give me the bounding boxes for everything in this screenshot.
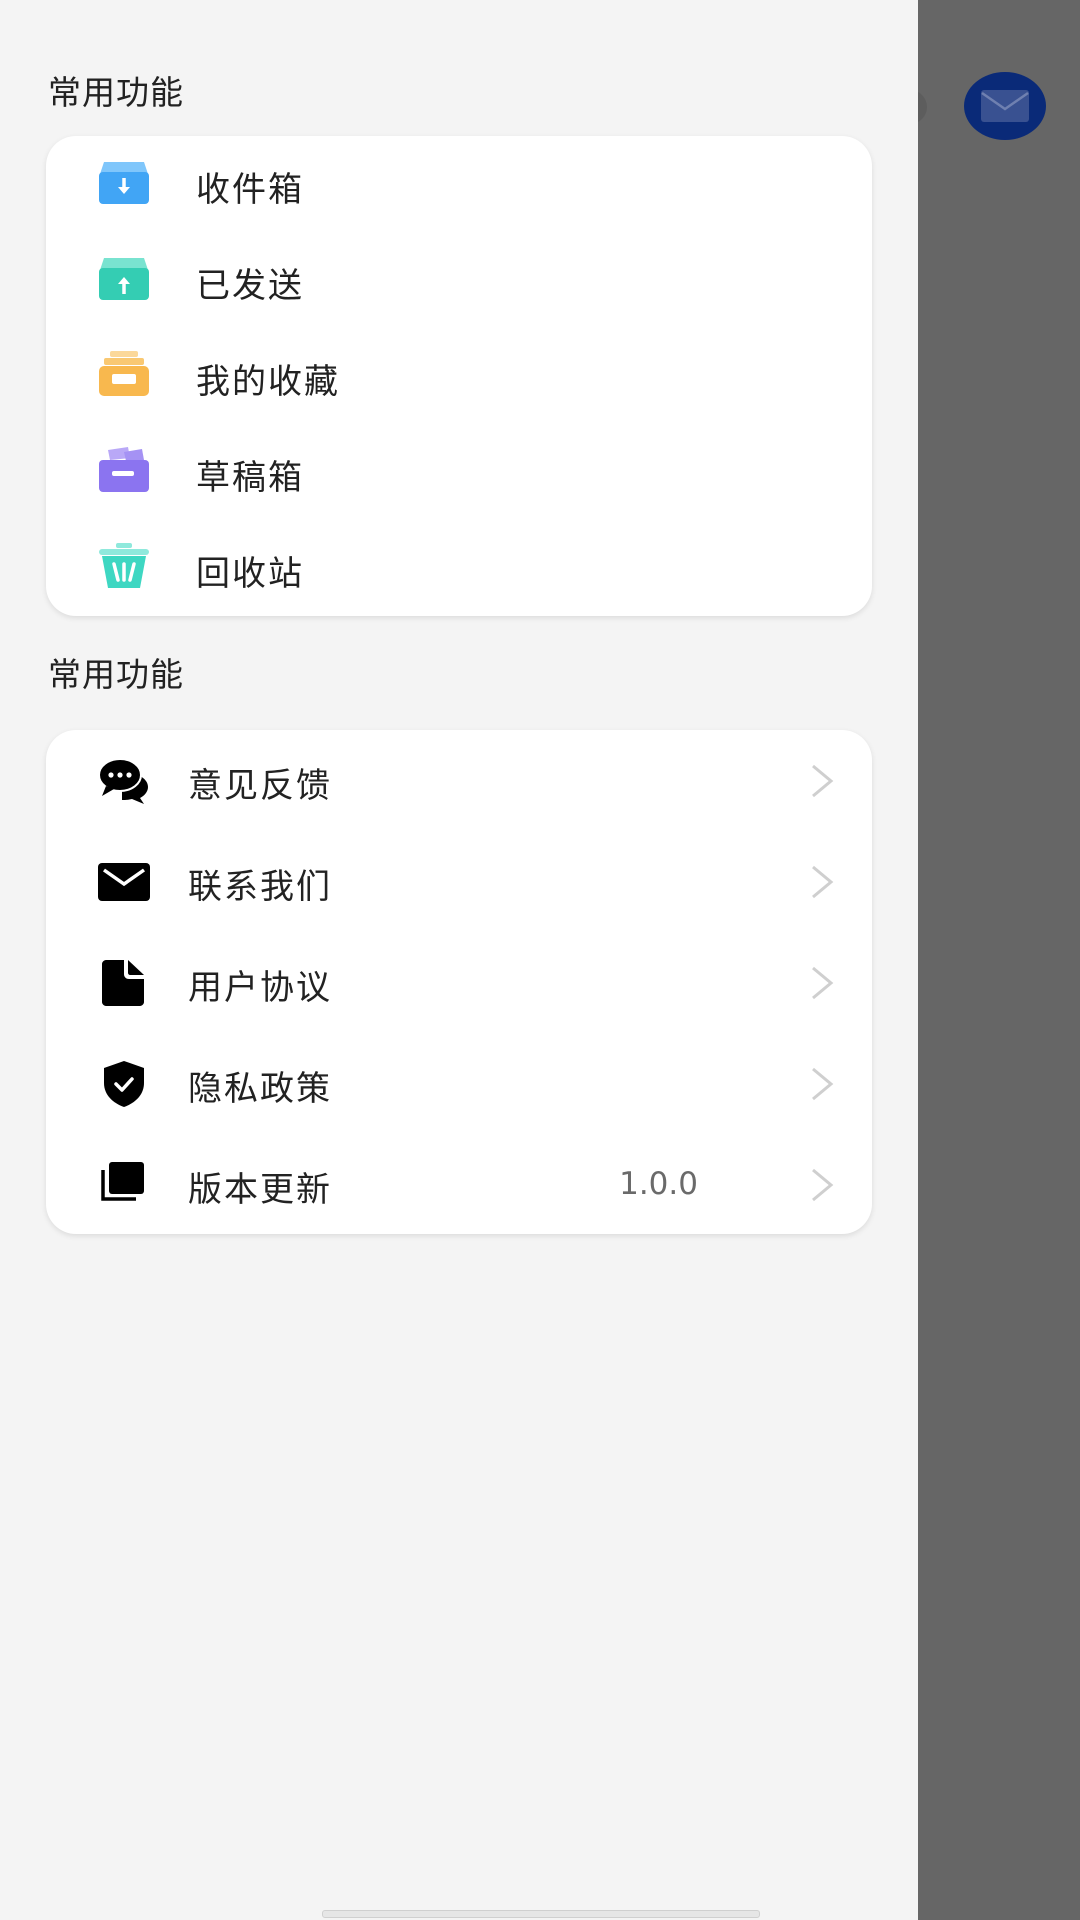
folder-item-drafts[interactable]: 草稿箱 bbox=[46, 424, 872, 520]
settings-card: 意见反馈 联系我们 用户协议 隐私政策 版本更新 1.0.0 bbox=[46, 730, 872, 1234]
chevron-right-icon bbox=[810, 764, 834, 798]
inbox-icon bbox=[98, 160, 150, 206]
settings-label: 联系我们 bbox=[188, 867, 332, 907]
folder-label: 回收站 bbox=[196, 554, 304, 594]
navigation-drawer: 常用功能 收件箱 已发送 我的收藏 草稿箱 回收站 常用功能 意见反馈 联系我们… bbox=[0, 0, 918, 1920]
folder-item-inbox[interactable]: 收件箱 bbox=[46, 136, 872, 232]
settings-label: 隐私政策 bbox=[188, 1069, 332, 1109]
favorites-icon bbox=[98, 350, 150, 398]
folder-label: 我的收藏 bbox=[196, 362, 340, 402]
folder-label: 草稿箱 bbox=[196, 458, 304, 498]
settings-item-privacy-policy[interactable]: 隐私政策 bbox=[46, 1033, 872, 1134]
home-indicator[interactable] bbox=[322, 1910, 760, 1918]
mail-icon bbox=[981, 90, 1029, 122]
section-title-common-functions: 常用功能 bbox=[48, 73, 184, 112]
chevron-right-icon bbox=[810, 1067, 834, 1101]
version-number: 1.0.0 bbox=[619, 1166, 698, 1202]
screen: 常用功能 收件箱 已发送 我的收藏 草稿箱 回收站 常用功能 意见反馈 联系我们… bbox=[0, 0, 1080, 1920]
chevron-right-icon bbox=[810, 1168, 834, 1202]
folder-label: 已发送 bbox=[196, 266, 304, 306]
settings-item-version-update[interactable]: 版本更新 1.0.0 bbox=[46, 1134, 872, 1234]
settings-item-feedback[interactable]: 意见反馈 bbox=[46, 730, 872, 831]
trash-icon bbox=[98, 542, 150, 590]
settings-label: 用户协议 bbox=[188, 968, 332, 1008]
document-icon bbox=[102, 960, 144, 1006]
folder-item-trash[interactable]: 回收站 bbox=[46, 520, 872, 616]
settings-label: 意见反馈 bbox=[188, 766, 332, 806]
folder-item-favorites[interactable]: 我的收藏 bbox=[46, 328, 872, 424]
section-title-common-functions-2: 常用功能 bbox=[48, 655, 184, 694]
settings-item-user-agreement[interactable]: 用户协议 bbox=[46, 932, 872, 1033]
shield-check-icon bbox=[104, 1061, 144, 1107]
mailbox-folders-card: 收件箱 已发送 我的收藏 草稿箱 回收站 bbox=[46, 136, 872, 616]
mail-icon bbox=[98, 863, 150, 901]
chat-bubbles-icon bbox=[98, 758, 150, 804]
chevron-right-icon bbox=[810, 865, 834, 899]
folder-item-sent[interactable]: 已发送 bbox=[46, 232, 872, 328]
stacked-pages-icon bbox=[100, 1162, 144, 1202]
background-mail-fab bbox=[964, 72, 1046, 140]
folder-label: 收件箱 bbox=[196, 170, 304, 210]
settings-item-contact-us[interactable]: 联系我们 bbox=[46, 831, 872, 932]
drafts-icon bbox=[98, 446, 150, 494]
chevron-right-icon bbox=[810, 966, 834, 1000]
sent-icon bbox=[98, 256, 150, 302]
settings-label: 版本更新 bbox=[188, 1170, 332, 1210]
